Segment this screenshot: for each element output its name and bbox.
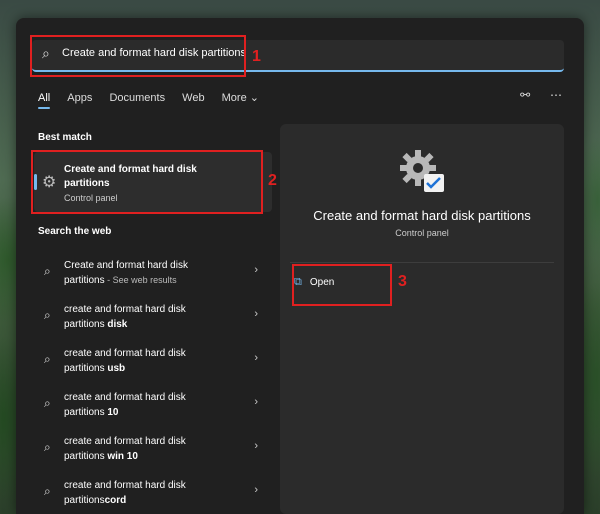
web-result-item[interactable]: ⌕ Create and format hard disk partitions … xyxy=(34,252,272,292)
web-result-item[interactable]: ⌕ create and format hard disk partitions … xyxy=(34,428,272,468)
annotation-box-search xyxy=(30,35,246,77)
more-options-icon[interactable]: ⋯ xyxy=(550,88,562,102)
annotation-box-open xyxy=(292,264,392,306)
search-icon: ⌕ xyxy=(44,484,51,498)
tab-apps[interactable]: Apps xyxy=(67,92,92,104)
search-web-heading: Search the web xyxy=(38,226,112,237)
web-result-item[interactable]: ⌕ create and format hard disk partitionsc… xyxy=(34,472,272,512)
search-icon: ⌕ xyxy=(44,440,51,454)
search-icon: ⌕ xyxy=(44,308,51,322)
filter-tabs: All Apps Documents Web More ⌄ xyxy=(38,91,273,109)
best-match-heading: Best match xyxy=(38,132,92,143)
chevron-right-icon: › xyxy=(254,484,258,496)
annotation-number: 3 xyxy=(398,273,407,290)
chevron-right-icon: › xyxy=(254,352,258,364)
web-result-item[interactable]: ⌕ create and format hard disk partitions … xyxy=(34,384,272,424)
chevron-right-icon: › xyxy=(254,440,258,452)
web-result-item[interactable]: ⌕ create and format hard disk partitions … xyxy=(34,296,272,336)
annotation-number: 1 xyxy=(252,48,261,65)
tab-web[interactable]: Web xyxy=(182,92,204,104)
header-actions: ⚯ ⋯ xyxy=(504,88,562,102)
annotation-box-best-match xyxy=(31,150,263,214)
tab-documents[interactable]: Documents xyxy=(109,92,165,104)
chevron-right-icon: › xyxy=(254,264,258,276)
tab-more[interactable]: More ⌄ xyxy=(222,91,259,104)
tab-all[interactable]: All xyxy=(38,92,51,109)
web-result-item[interactable]: ⌕ create and format hard disk partitions … xyxy=(34,340,272,380)
preview-subtitle: Control panel xyxy=(395,228,449,238)
preview-title: Create and format hard disk partitions xyxy=(313,208,531,223)
annotation-number: 2 xyxy=(268,172,277,189)
search-icon: ⌕ xyxy=(44,264,51,278)
preview-pane: Create and format hard disk partitions C… xyxy=(280,124,564,514)
control-panel-gear-icon xyxy=(400,150,444,192)
chevron-right-icon: › xyxy=(254,308,258,320)
divider xyxy=(290,262,554,263)
search-icon: ⌕ xyxy=(44,352,51,366)
share-icon[interactable]: ⚯ xyxy=(520,88,530,102)
chevron-right-icon: › xyxy=(254,396,258,408)
search-icon: ⌕ xyxy=(44,396,51,410)
